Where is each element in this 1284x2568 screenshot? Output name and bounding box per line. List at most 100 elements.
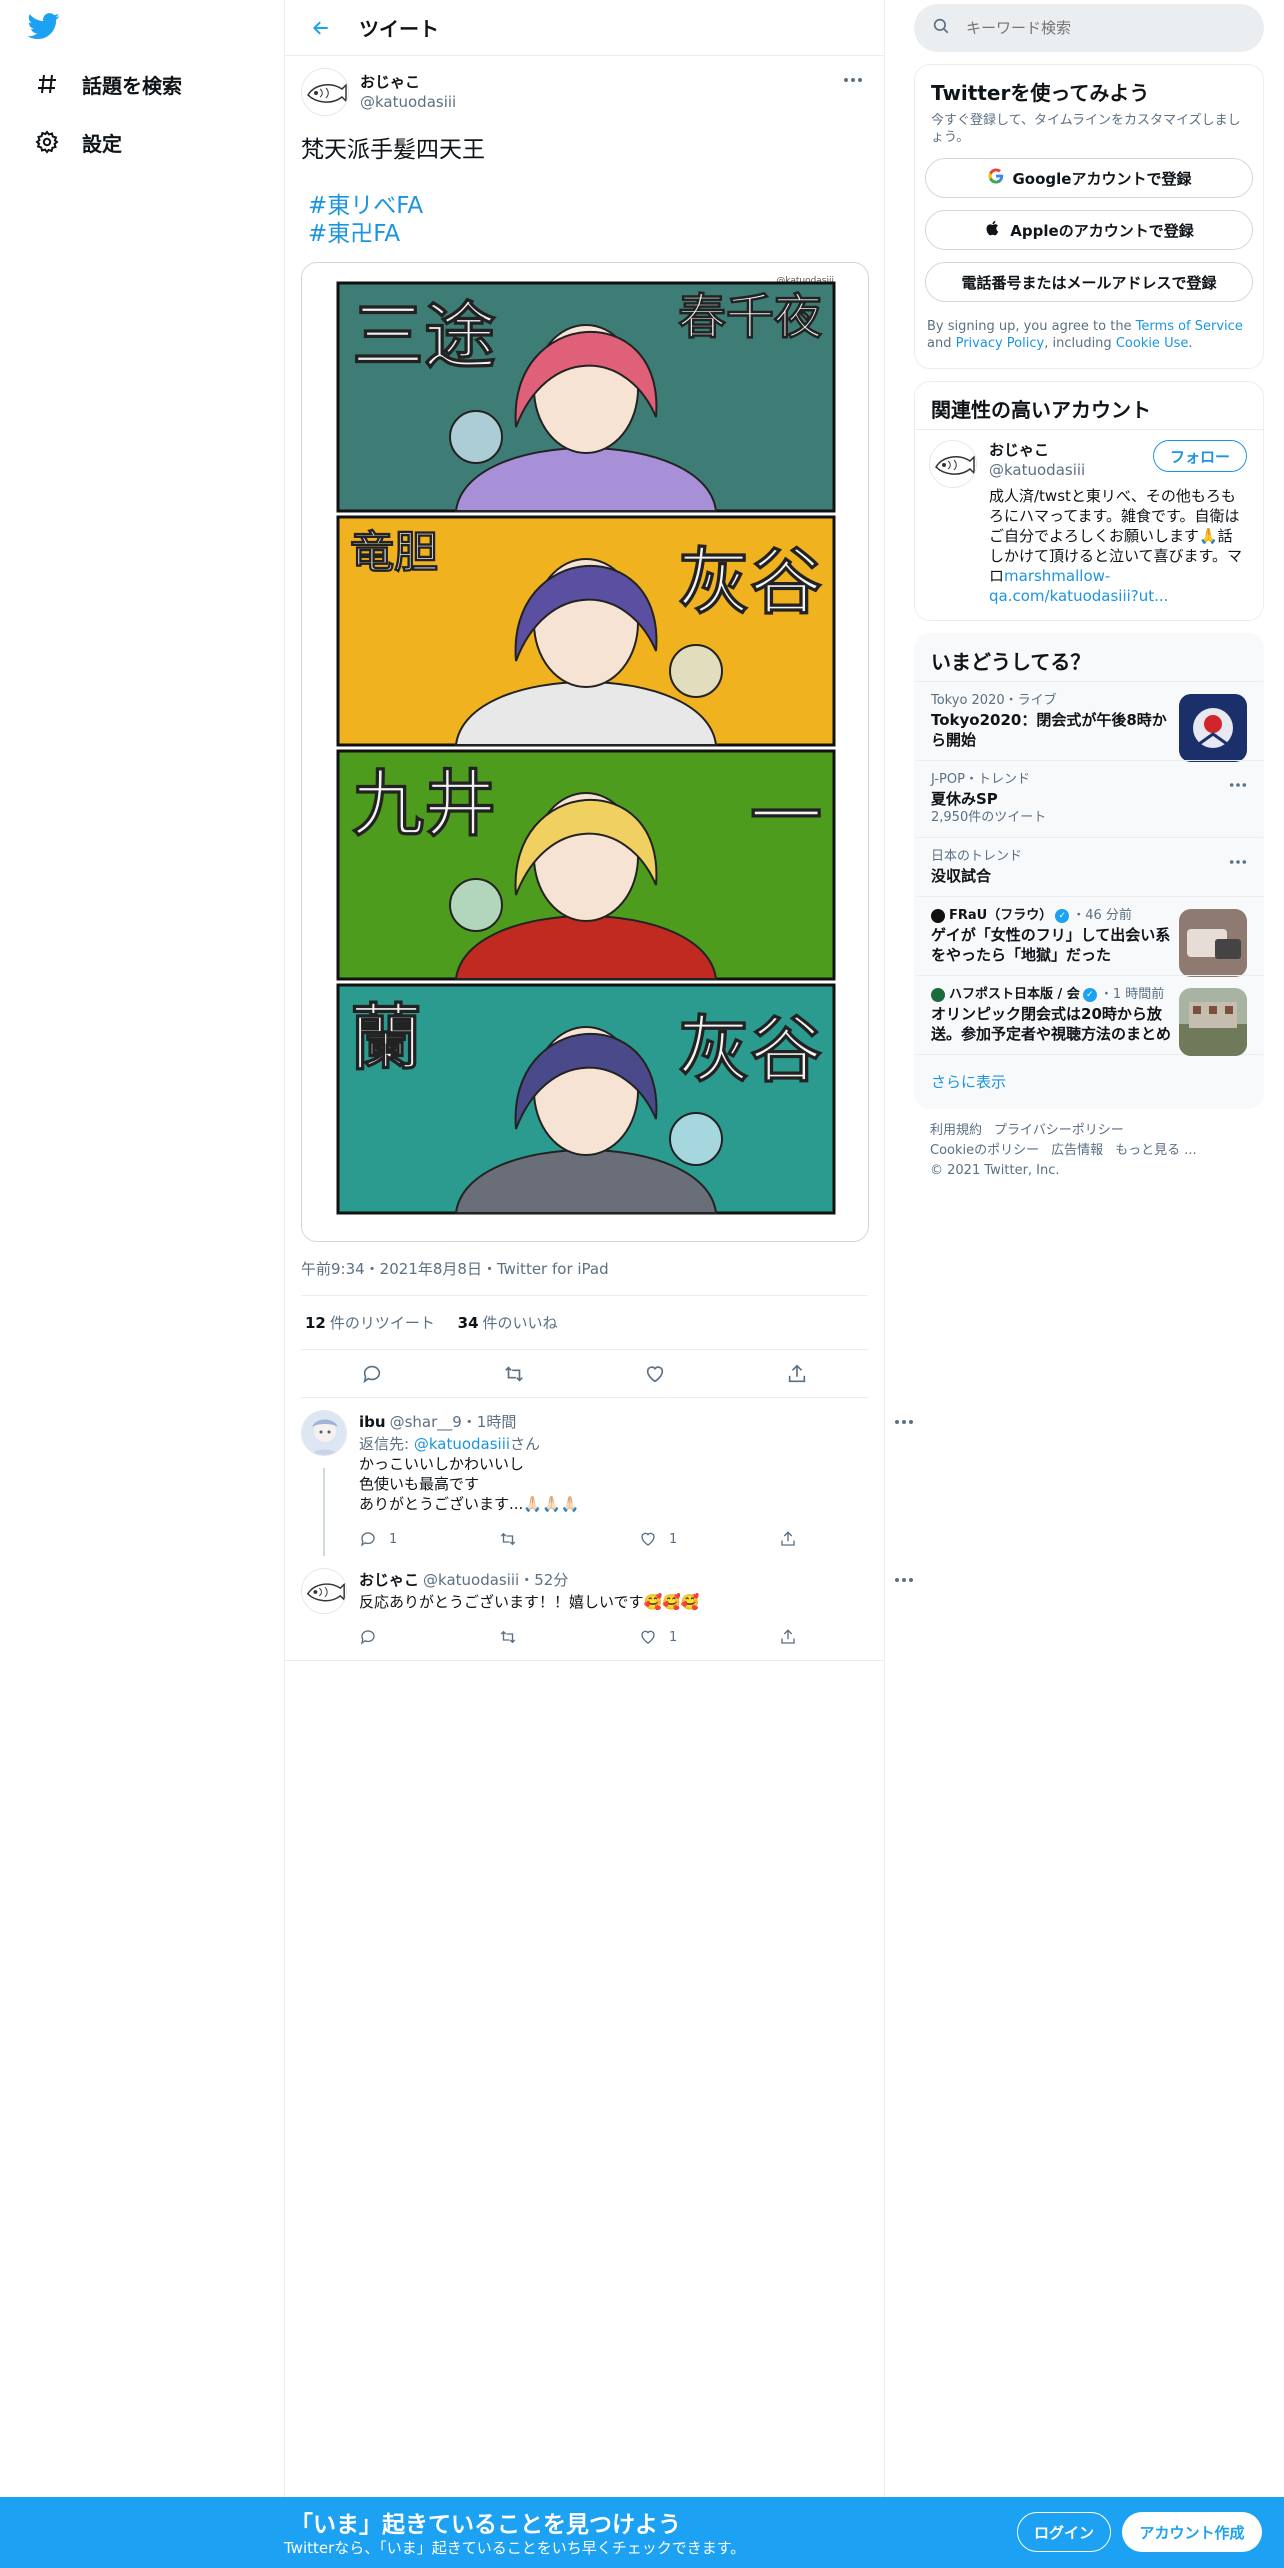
trend-context: 日本のトレンド [931,849,1023,864]
trends-title: いまどうしてる？ [931,650,1091,674]
tweet-body: 梵天派手髪四天王 [301,137,485,163]
nav-settings[interactable]: 設定 [20,116,136,168]
footer: 利用規約 プライバシーポリシー Cookieのポリシー 広告情報 もっと見る ... … [914,1109,1264,1193]
nav-explore[interactable]: 話題を検索 [20,58,196,110]
signup-title: Twitterを使ってみよう [931,81,1150,105]
hashtag-link[interactable]: #東リべFA [308,192,868,220]
drink-glass [449,410,503,464]
footer-link[interactable]: 広告情報 [1051,1143,1103,1158]
like-label[interactable]: 件のいいね [483,1314,558,1332]
footer-link[interactable]: 利用規約 [930,1123,982,1138]
more-icon[interactable] [889,1568,919,1592]
banner-title: 「いま」起きていることを見つけよう [290,2512,681,2538]
more-icon[interactable] [838,68,868,92]
share-button[interactable] [779,1628,919,1646]
reply-button[interactable] [359,1628,499,1646]
more-icon[interactable] [1229,773,1247,792]
share-button[interactable] [779,1530,919,1548]
author-name[interactable]: おじゃこ [360,72,456,92]
reply-text-line: 反応ありがとうございます！！嬉しいです🥰🥰🥰 [359,1593,700,1611]
reply-author-name[interactable]: おじゃこ [359,1570,419,1590]
avatar[interactable] [301,68,349,116]
like-button[interactable]: 1 [639,1628,779,1646]
reply-author-handle[interactable]: @katuodasiii [423,1570,519,1590]
related-account[interactable]: おじゃこ @katuodasiii フォロー 成人済/twstと東リべ、その他も… [915,429,1263,620]
main-column: ツイート おじゃこ @katuodasiii 梵天派手髪四天王 #東リべFA #… [284,0,913,2497]
reply-actions: 1 [359,1618,919,1656]
like-button[interactable]: 1 [639,1530,779,1548]
reply-author-handle[interactable]: @shar__9 [390,1412,462,1432]
retweet-button[interactable] [499,1628,639,1646]
trend-item[interactable]: 日本のトレンド 没収試合 [915,837,1263,896]
retweet-count[interactable]: 12 [305,1314,326,1332]
footer-link[interactable]: Cookieのポリシー [930,1143,1039,1158]
related-handle[interactable]: @katuodasiii [989,460,1085,480]
left-nav: 話題を検索 設定 [0,0,284,2497]
cookie-link[interactable]: Cookie Use [1116,336,1189,351]
more-icon[interactable] [889,1410,919,1434]
google-signup-button[interactable]: Googleアカウントで登録 [925,158,1253,198]
reply-author-name[interactable]: ibu [359,1412,386,1432]
trend-name: ゲイが「女性のフリ」して出会い系をやったら「地獄」だった [931,926,1171,964]
tweet-image[interactable]: @katuodasiii 三途 春千夜 竜胆 灰谷 九井一蘭灰谷 [301,262,869,1242]
panel-right-label: 春千夜 [678,289,823,345]
reply-time[interactable]: ・52分 [519,1570,568,1590]
avatar[interactable] [929,440,977,488]
trend-time: ・1 時間前 [1099,987,1165,1002]
twitter-logo-icon[interactable] [27,10,68,50]
tos-link[interactable]: Terms of Service [1136,319,1243,334]
reply-tweet[interactable]: ibu @shar__9 ・1時間 返信先: @katuodasiiiさん かっ… [285,1398,913,1558]
phone-email-signup-button[interactable]: 電話番号またはメールアドレスで登録 [925,262,1253,302]
related-title: 関連性の高いアカウント [931,398,1151,422]
trend-name: Tokyo2020：閉会式が午後8時から開始 [931,711,1167,749]
privacy-link[interactable]: Privacy Policy [956,336,1045,351]
panel-left-label: 三途 [352,294,496,378]
follow-button[interactable]: フォロー [1152,440,1247,472]
reply-tweet[interactable]: おじゃこ @katuodasiii ・52分 反応ありがとうございます！！嬉しい… [285,1558,913,1661]
reply-button[interactable]: 1 [359,1530,499,1548]
reply-to-prefix: 返信先: [359,1435,414,1453]
like-count[interactable]: 34 [458,1314,479,1332]
trend-time: ・46 分前 [1072,908,1132,923]
retweet-label[interactable]: 件のリツイート [330,1314,435,1332]
avatar[interactable] [301,1568,347,1614]
tweet-timestamp[interactable]: 午前9:34・2021年8月8日・Twitter for iPad [301,1258,868,1296]
legal-text: , including [1044,336,1116,351]
create-account-button[interactable]: アカウント作成 [1122,2512,1262,2552]
back-arrow-icon[interactable] [303,10,339,46]
author-handle[interactable]: @katuodasiii [360,92,456,112]
login-button[interactable]: ログイン [1017,2512,1111,2552]
footer-link[interactable]: プライバシーポリシー [994,1123,1124,1138]
trend-item[interactable]: J-POP・トレンド 夏休みSP 2,950件のツイート [915,760,1263,837]
reply-time[interactable]: ・1時間 [462,1412,517,1432]
search-bar[interactable] [914,4,1264,52]
right-sidebar: Twitterを使ってみよう 今すぐ登録して、タイムラインをカスタマイズしましょ… [914,0,1264,1193]
legal-text: . [1188,336,1193,351]
hashtag-link[interactable]: #東卍FA [308,220,868,248]
trend-item[interactable]: FRaU（フラウ） ✓ ・46 分前 ゲイが「女性のフリ」して出会い系をやったら「地… [915,896,1263,977]
avatar[interactable] [301,1410,347,1456]
trends-card: いまどうしてる？ Tokyo 2020・ライブ Tokyo2020：閉会式が午後… [914,633,1264,1109]
reply-text-line: 色使いも最高です [359,1475,480,1493]
trend-item[interactable]: ハフポスト日本版 / 会 ✓ ・1 時間前 オリンピック閉会式は20時から放送。参加… [915,975,1263,1056]
reply-icon[interactable] [352,1354,392,1394]
retweet-icon[interactable] [494,1354,534,1394]
verified-badge-icon: ✓ [1055,909,1070,923]
related-name[interactable]: おじゃこ [989,440,1085,460]
header: ツイート [285,0,884,56]
trend-item[interactable]: Tokyo 2020・ライブ Tokyo2020：閉会式が午後8時から開始 [915,681,1263,762]
search-input[interactable] [966,19,1226,37]
signup-subtitle: 今すぐ登録して、タイムラインをカスタマイズしましょう。 [931,113,1241,145]
drink-glass [669,1112,723,1166]
trend-thumbnail [1179,909,1247,977]
footer-link[interactable]: もっと見る ... [1115,1143,1197,1158]
like-icon[interactable] [635,1354,675,1394]
reply-to-link[interactable]: @katuodasiii [414,1435,510,1453]
share-icon[interactable] [777,1354,817,1394]
retweet-button[interactable] [499,1530,639,1548]
bio-link[interactable]: marshmallow-qa.com/katuodasiii?ut... [989,567,1168,605]
apple-signup-button[interactable]: Appleのアカウントで登録 [925,210,1253,250]
more-icon[interactable] [1229,850,1247,869]
show-more-link[interactable]: さらに表示 [915,1054,1263,1108]
legal-text: and [927,336,956,351]
